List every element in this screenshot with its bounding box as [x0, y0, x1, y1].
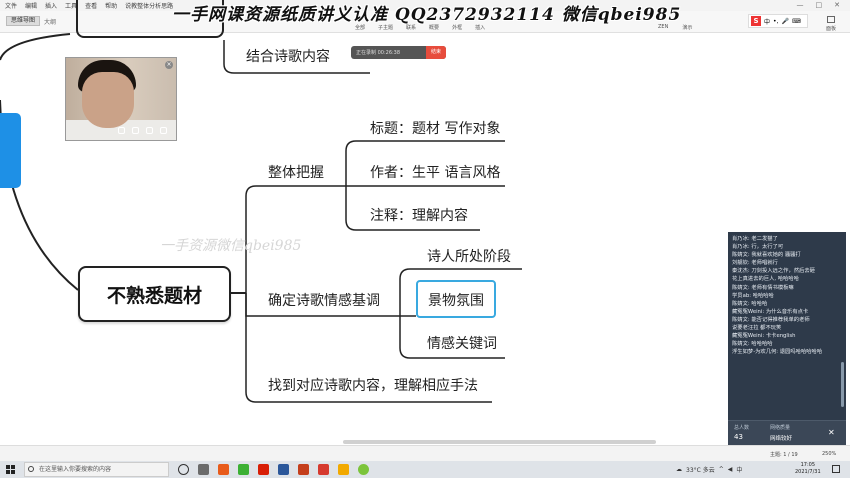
webcam-overlay[interactable]: × — [65, 57, 177, 141]
clock-date: 2021/7/31 — [795, 469, 821, 475]
taskbar-search[interactable]: 在这里输入你要搜索的内容 — [24, 462, 169, 477]
tray-ime[interactable]: 中 — [736, 465, 742, 474]
chevron-up-icon[interactable]: ^ — [719, 466, 724, 473]
task-view-icon[interactable] — [178, 464, 189, 475]
settings-icon[interactable] — [160, 127, 167, 134]
chat-scrollbar[interactable] — [841, 362, 844, 407]
weather-text[interactable]: 33°C 多云 — [686, 465, 715, 474]
app-window: 文件 编辑 插入 工具 查看 帮助 说教整体分析思路 — □ ✕ 思维导图 大纲… — [0, 0, 850, 478]
chat-message: 秦沈杰: 刀剑投入远之作，然后去砸 — [732, 268, 815, 275]
widgets-icon[interactable] — [198, 464, 209, 475]
chat-message: 说要老汪拉 都不玩笑 — [732, 325, 782, 332]
mindmap-branch-overall[interactable]: 整体把握 — [268, 162, 324, 182]
recording-time: 正在录制 00:26:38 — [356, 50, 401, 56]
camera-icon[interactable] — [118, 127, 125, 134]
clock-time: 17:05 — [800, 462, 816, 468]
mindmap-branch-emotion[interactable]: 确定诗歌情感基调 — [268, 290, 380, 310]
chat-message: 陈婧文: 哈哈哈哈 — [732, 341, 773, 348]
xmind-icon[interactable] — [318, 464, 329, 475]
chat-message: 陈婧文: 老师有情书模板嘛 — [732, 284, 794, 291]
speaker-icon[interactable]: ◀ — [728, 466, 733, 473]
left-panel-tab[interactable] — [0, 113, 21, 188]
mindmap-leaf-notes[interactable]: 注释：理解内容 — [370, 205, 468, 225]
webcam-face — [82, 72, 134, 128]
chat-message: 浮生如梦-为欢几何: 退园吗哈哈哈哈哈 — [732, 349, 823, 356]
mindmap-leaf-atmosphere[interactable]: 景物氛围 — [428, 290, 484, 310]
status-bar: 主题: 1 / 19 250% — [0, 445, 850, 461]
chat-footer: 总人数 43 网络质量 网络较好 ✕ — [728, 420, 846, 445]
watermark-middle: 一手资源微信qbei985 — [160, 238, 302, 254]
browser-icon[interactable] — [218, 464, 229, 475]
total-label: 总人数 — [734, 425, 750, 431]
app2-icon[interactable] — [358, 464, 369, 475]
search-icon — [28, 466, 34, 472]
chat-message: 藏冤冤Weini: 为什么音乐有点卡 — [732, 308, 809, 315]
taskbar-clock[interactable]: 17:05 2021/7/31 — [795, 462, 821, 476]
chat-message: 学员ab: 哈哈哈哈 — [732, 292, 774, 299]
app-icon[interactable] — [338, 464, 349, 475]
cloud-icon: ☁ — [676, 466, 682, 473]
webcam-close-icon[interactable]: × — [165, 61, 173, 69]
mindmap-leaf-title[interactable]: 标题：题材 写作对象 — [370, 118, 500, 138]
mindmap-leaf-poet-stage[interactable]: 诗人所处阶段 — [427, 246, 511, 266]
weibo-icon[interactable] — [258, 464, 269, 475]
webcam-controls — [118, 127, 167, 134]
zoom-level[interactable]: 250% — [822, 451, 836, 457]
horizontal-scrollbar[interactable] — [343, 440, 656, 444]
chat-message-list[interactable]: 肖乃冰: 老二发猫了 肖乃冰: 行，太行了可 陈婧文: 我就喜欢她的 骚骚打 刘… — [728, 232, 840, 416]
mindmap-node-top-partial[interactable]: 结合诗歌内容 — [246, 46, 330, 66]
connector-top-left — [0, 33, 71, 61]
mindmap-branch-content[interactable]: 找到对应诗歌内容，理解相应手法 — [268, 375, 478, 395]
chat-close-icon[interactable]: ✕ — [828, 428, 835, 437]
windows-start-icon[interactable] — [6, 465, 15, 474]
mindmap-leaf-author[interactable]: 作者：生平 语言风格 — [370, 162, 500, 182]
watermark-top: 一手网课资源纸质讲义认准 QQ2372932114 微信qbei985 — [172, 5, 682, 25]
network-label: 网络质量 — [770, 425, 791, 431]
page-indicator: 主题: 1 / 19 — [770, 452, 798, 458]
taskbar-apps — [178, 464, 369, 475]
mindmap-leaf-keywords[interactable]: 情感关键词 — [427, 333, 497, 353]
system-tray: ☁ 33°C 多云 ^ ◀ 中 — [676, 465, 742, 474]
chat-message: 藏冤冤Weini: 卡卡english — [732, 333, 796, 340]
fullscreen-icon[interactable] — [146, 127, 153, 134]
notification-icon[interactable] — [832, 465, 840, 473]
chat-message: 肖乃冰: 行，太行了可 — [732, 244, 784, 251]
taskbar-search-placeholder: 在这里输入你要搜索的内容 — [39, 466, 112, 473]
total-value: 43 — [734, 433, 743, 441]
chat-panel: 肖乃冰: 老二发猫了 肖乃冰: 行，太行了可 陈婧文: 我就喜欢她的 骚骚打 刘… — [728, 232, 846, 445]
network-value: 网络较好 — [770, 436, 793, 442]
windows-taskbar: 在这里输入你要搜索的内容 ☁ 33°C 多云 ^ ◀ 中 17:05 2021/… — [0, 461, 850, 478]
chat-message: 刘靓钦: 老师唱就行 — [732, 260, 778, 267]
chat-message: 陈婧文: 能否记得推荐我单的老师 — [732, 316, 810, 323]
chat-message: 陈婧文: 我就喜欢她的 骚骚打 — [732, 252, 801, 259]
word-icon[interactable] — [278, 464, 289, 475]
chat-message: 肖乃冰: 老二发猫了 — [732, 236, 778, 242]
stop-recording-button[interactable]: 结束 — [425, 46, 446, 59]
chat-message: 陈婧文: 哈哈哈 — [732, 300, 768, 307]
chat-message: 花上真进去的巨人, 哈哈哈哈 — [732, 276, 799, 283]
wechat-icon[interactable] — [238, 464, 249, 475]
recording-indicator: 正在录制 00:26:38 结束 — [351, 46, 446, 59]
mute-icon[interactable] — [132, 127, 139, 134]
mindmap-central-node[interactable]: 不熟悉题材 — [78, 266, 231, 322]
powerpoint-icon[interactable] — [298, 464, 309, 475]
